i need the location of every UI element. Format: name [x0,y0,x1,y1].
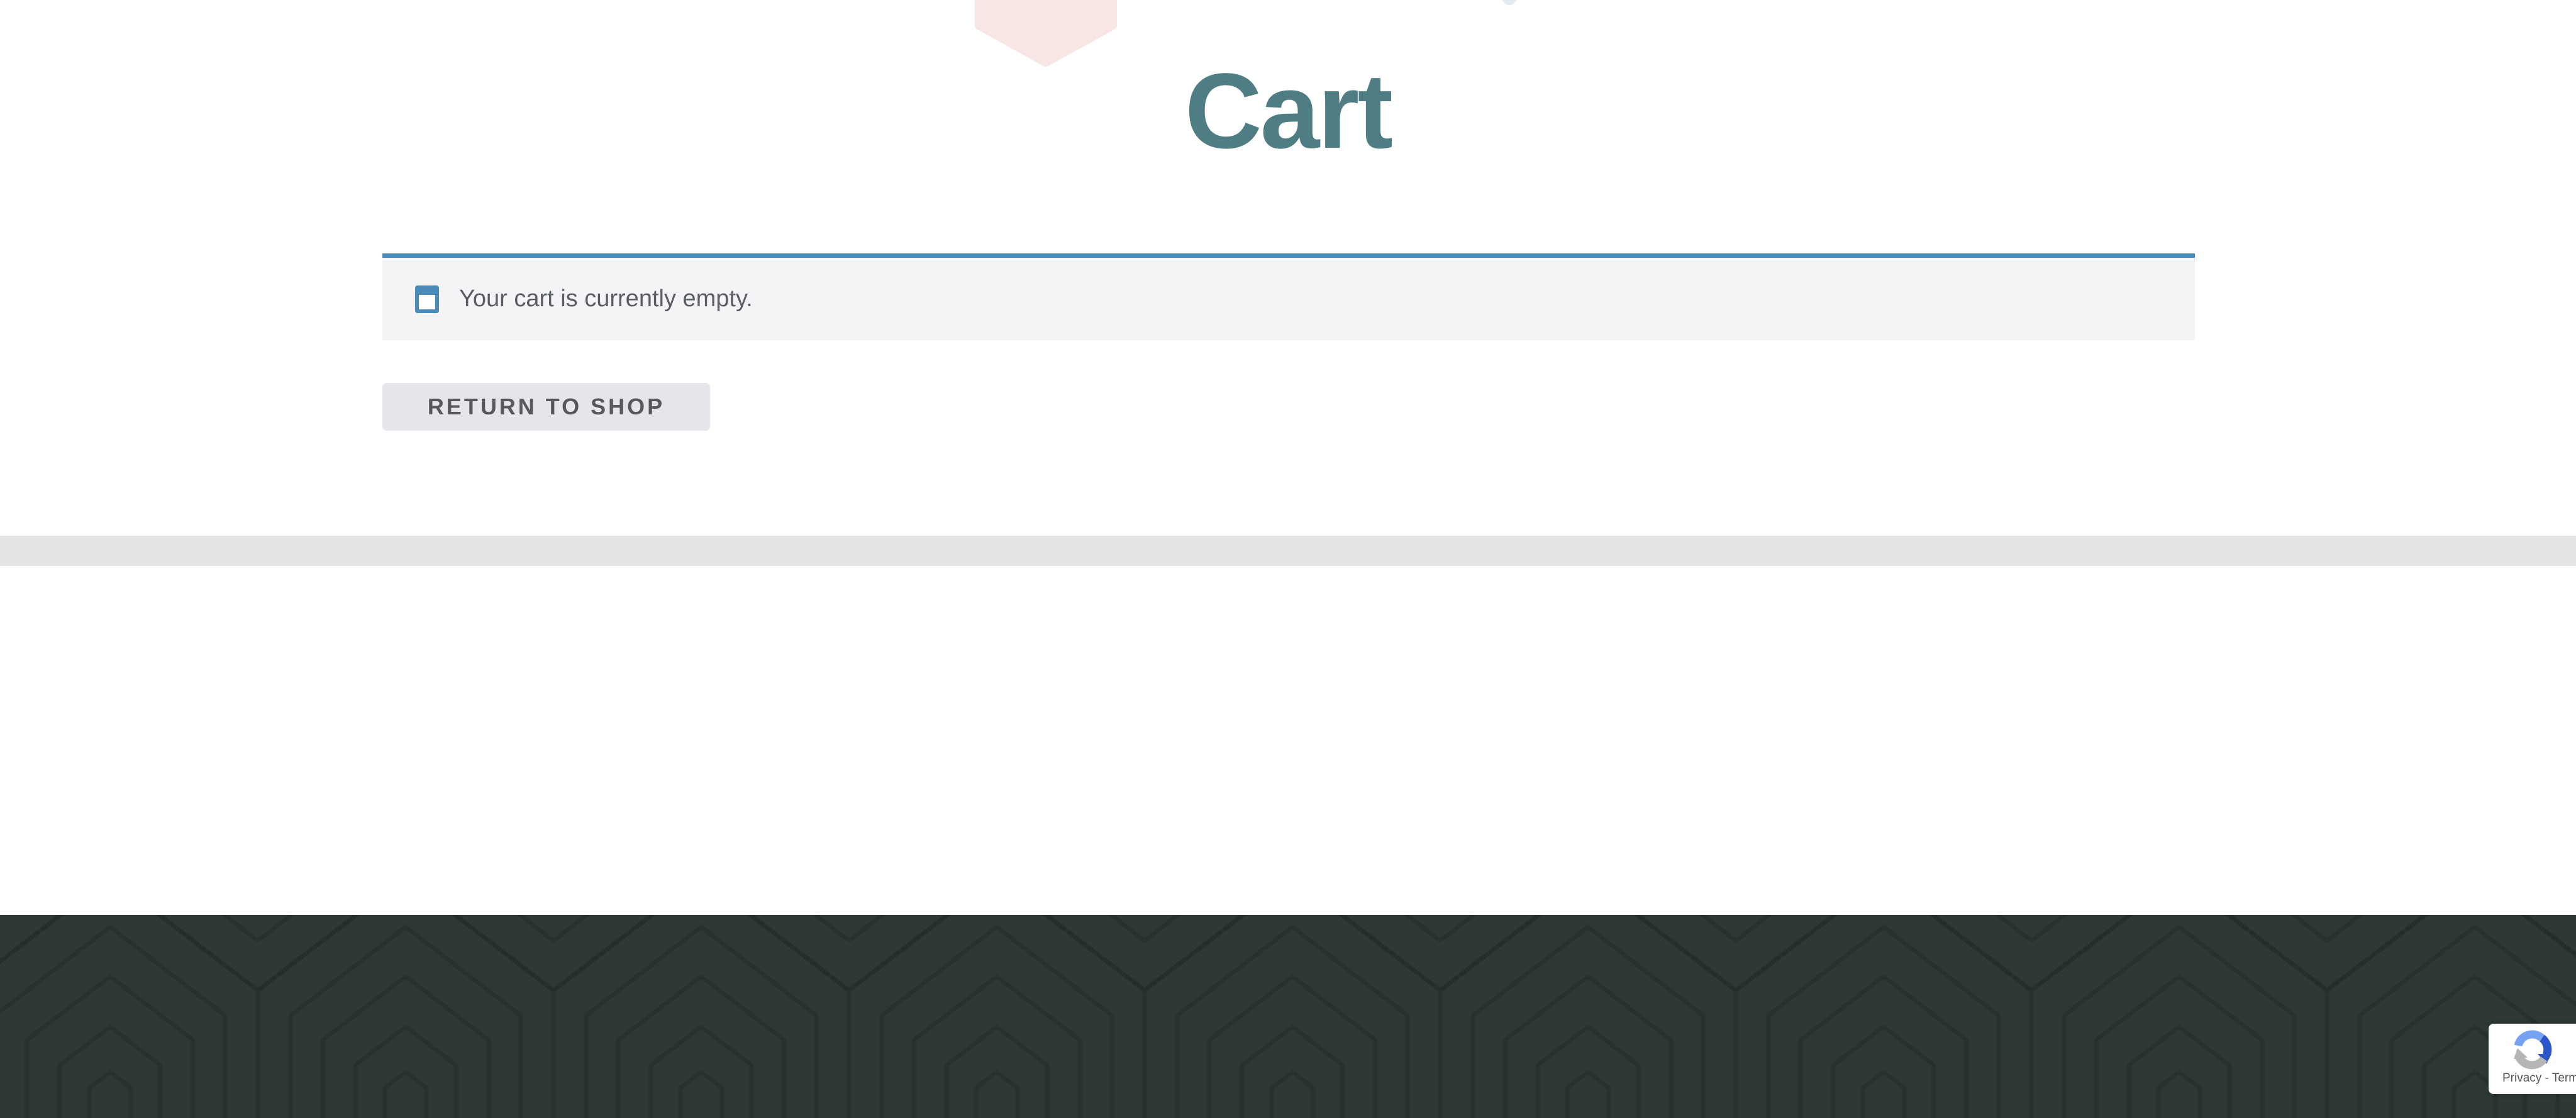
empty-cart-notice: Your cart is currently empty. [382,253,2195,340]
empty-cart-message: Your cart is currently empty. [459,285,753,313]
cart-page: Cart Your cart is currently empty. RETUR… [0,0,2576,1118]
footer-lower: SOS ApproachProfessionalsParents & Careg… [0,915,2576,1118]
section-divider [0,536,2576,566]
hexagon-pattern [0,915,2576,1118]
diamond-shape [1472,0,1547,25]
recaptcha-icon [2510,1029,2554,1070]
cart-page-icon [415,285,439,313]
recaptcha-badge[interactable]: Privacy - Terms [2489,1024,2576,1094]
footer-upper: SOS R Approach to Feeding f in Stay Up t… [0,566,2576,915]
privacy-terms-label[interactable]: Privacy - Terms [2502,1071,2576,1085]
return-to-shop-button[interactable]: RETURN TO SHOP [382,383,710,431]
page-title: Cart [0,58,2576,165]
